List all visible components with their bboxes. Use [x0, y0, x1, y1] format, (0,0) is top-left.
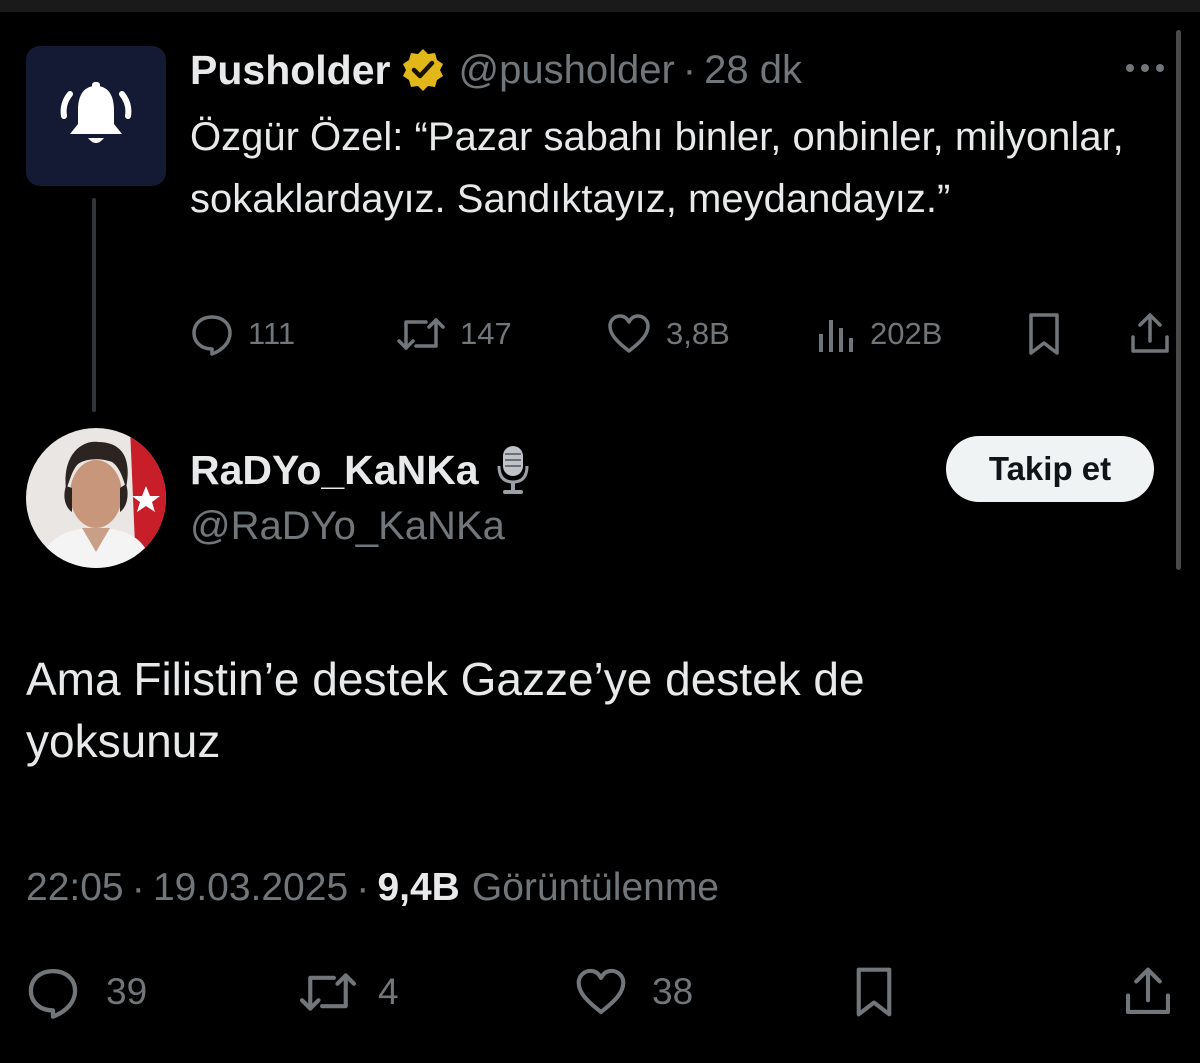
tweet-time[interactable]: 28 dk — [704, 48, 802, 93]
pusholder-avatar[interactable] — [26, 46, 166, 186]
top-status-strip — [0, 0, 1200, 12]
tweet-date[interactable]: 19.03.2025 — [153, 866, 348, 910]
scrollbar[interactable] — [1176, 30, 1181, 570]
analytics-icon — [819, 320, 853, 352]
bookmark-icon — [856, 967, 892, 1017]
repost-icon — [397, 318, 445, 350]
like-button[interactable]: 3,8B — [606, 308, 730, 360]
reply-tweet-header: RaDYo_KaNKa — [190, 444, 535, 496]
thread-connector-line — [92, 198, 96, 412]
views-count: 202B — [870, 316, 943, 351]
author-handle[interactable]: @pusholder — [458, 48, 674, 93]
tweet-meta: 22:05 · 19.03.2025 · 9,4B Görüntülenme — [26, 862, 719, 914]
tweet-time[interactable]: 22:05 — [26, 866, 124, 910]
microphone-icon — [491, 444, 535, 496]
parent-tweet-text: Özgür Özel: “Pazar sabahı binler, onbinl… — [190, 115, 1124, 221]
parent-tweet-header: Pusholder @pusholder · 28 dk — [190, 44, 802, 96]
verified-badge-icon[interactable] — [400, 47, 446, 93]
bookmark-button[interactable] — [850, 964, 898, 1020]
bookmark-icon — [1029, 313, 1059, 355]
author-name[interactable]: RaDYo_KaNKa — [190, 447, 479, 494]
repost-button[interactable]: 147 — [396, 308, 512, 360]
bell-icon — [60, 82, 132, 143]
like-button[interactable]: 38 — [574, 964, 693, 1020]
repost-count: 4 — [378, 971, 399, 1012]
repost-button[interactable]: 4 — [298, 964, 399, 1020]
author-handle[interactable]: @RaDYo_KaNKa — [190, 504, 505, 549]
more-options-icon[interactable] — [1126, 56, 1172, 80]
views-label: Görüntülenme — [471, 866, 719, 909]
like-count: 38 — [652, 971, 694, 1012]
views-count[interactable]: 9,4B — [377, 866, 459, 910]
parent-tweet-actions: 111 147 3,8B 202B — [0, 308, 1200, 360]
reply-button[interactable]: 111 — [190, 308, 295, 360]
reply-icon — [192, 315, 232, 356]
share-icon — [1125, 967, 1171, 1015]
reply-tweet-actions: 39 4 38 — [0, 964, 1200, 1020]
separator-dot: · — [682, 47, 697, 92]
reply-icon — [28, 968, 78, 1019]
separator-dot: · — [356, 865, 370, 910]
follow-button[interactable]: Takip et — [946, 436, 1154, 502]
share-button[interactable] — [1128, 308, 1172, 360]
reply-count: 111 — [248, 316, 296, 351]
reply-button[interactable]: 39 — [26, 964, 147, 1020]
share-icon — [1131, 313, 1169, 353]
share-button[interactable] — [1122, 964, 1174, 1020]
heart-icon — [608, 314, 650, 353]
repost-icon — [299, 973, 357, 1011]
radyo-kanka-avatar[interactable] — [26, 428, 166, 568]
views-button[interactable]: 202B — [816, 308, 942, 360]
author-name[interactable]: Pusholder — [190, 47, 390, 94]
bookmark-button[interactable] — [1024, 308, 1064, 360]
reply-count: 39 — [106, 971, 148, 1012]
like-count: 3,8B — [666, 316, 730, 351]
heart-icon — [576, 968, 626, 1015]
reply-tweet-text: Ama Filistin’e destek Gazze’ye destek de… — [26, 653, 865, 767]
separator-dot: · — [131, 865, 145, 910]
repost-count: 147 — [460, 316, 512, 351]
